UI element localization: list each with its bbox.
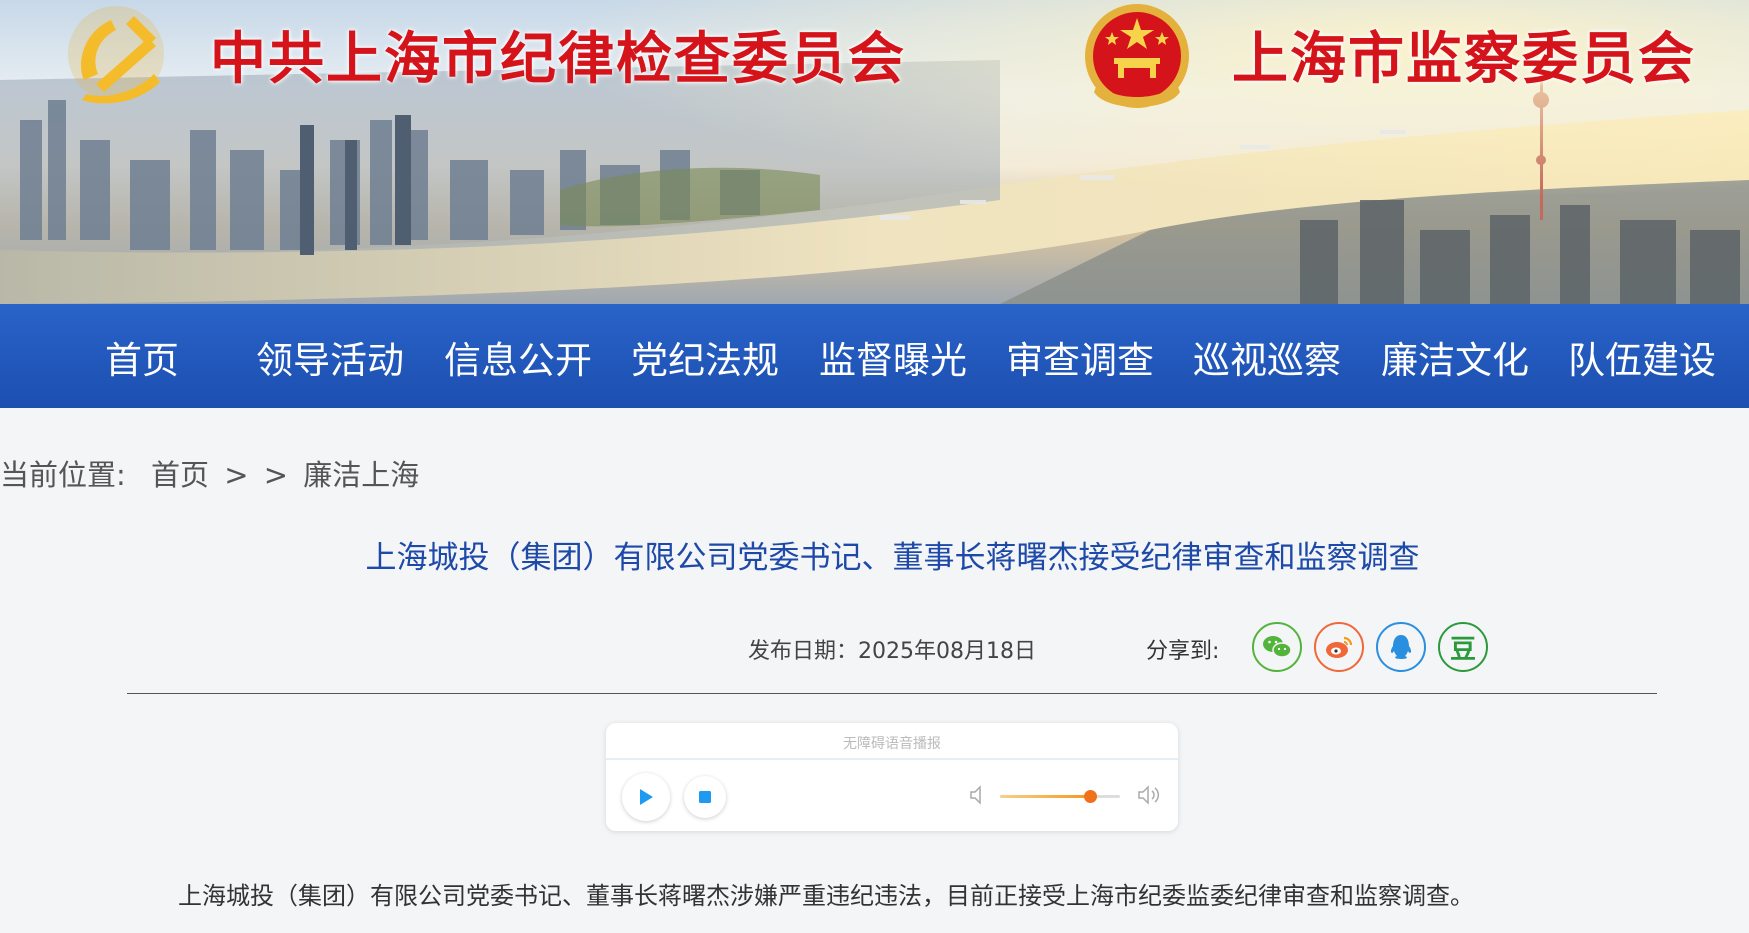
douban-icon: 豆 bbox=[1449, 634, 1476, 665]
stop-button[interactable] bbox=[684, 776, 726, 818]
breadcrumb-separator: > bbox=[224, 458, 249, 492]
share-label: 分享到: bbox=[1146, 639, 1220, 664]
weibo-icon bbox=[1326, 636, 1353, 658]
site-title-left: 中共上海市纪律检查委员会 bbox=[210, 26, 906, 92]
nav-item-inspection[interactable]: 巡视巡察 bbox=[1193, 330, 1341, 384]
publish-date: 发布日期：2025年08月18日 bbox=[748, 639, 1036, 664]
national-emblem-icon bbox=[1085, 4, 1189, 108]
share-qq-button[interactable] bbox=[1376, 622, 1426, 672]
volume-low-icon[interactable] bbox=[968, 784, 988, 806]
party-emblem-icon bbox=[68, 6, 164, 104]
volume-slider-knob[interactable] bbox=[1084, 790, 1097, 803]
share-wechat-button[interactable] bbox=[1252, 622, 1302, 672]
header-banner: 中共上海市纪律检查委员会 上海市监察委员会 bbox=[0, 0, 1749, 304]
breadcrumb-home[interactable]: 首页 bbox=[151, 458, 209, 492]
site-title-right: 上海市监察委员会 bbox=[1232, 26, 1696, 92]
nav-item-investigation[interactable]: 审查调查 bbox=[1006, 330, 1154, 384]
audio-player: 无障碍语音播报 bbox=[606, 723, 1178, 831]
nav-item-integrity-culture[interactable]: 廉洁文化 bbox=[1381, 330, 1529, 384]
nav-item-regulations[interactable]: 党纪法规 bbox=[631, 330, 779, 384]
play-icon bbox=[640, 789, 653, 805]
nav-item-info-disclosure[interactable]: 信息公开 bbox=[444, 330, 592, 384]
article-title: 上海城投（集团）有限公司党委书记、董事长蒋曙杰接受纪律审查和监察调查 bbox=[365, 540, 1420, 576]
article-body: 上海城投（集团）有限公司党委书记、董事长蒋曙杰涉嫌严重违纪违法，目前正接受上海市… bbox=[178, 882, 1474, 910]
volume-slider-fill bbox=[1000, 795, 1090, 798]
breadcrumb: 当前位置: 首页 > > 廉洁上海 bbox=[0, 452, 425, 494]
divider bbox=[127, 693, 1657, 694]
nav-item-home[interactable]: 首页 bbox=[105, 330, 179, 384]
share-weibo-button[interactable] bbox=[1314, 622, 1364, 672]
nav-item-team-building[interactable]: 队伍建设 bbox=[1568, 330, 1716, 384]
wechat-icon bbox=[1263, 636, 1292, 658]
qq-icon bbox=[1390, 635, 1412, 659]
breadcrumb-current[interactable]: 廉洁上海 bbox=[303, 458, 419, 492]
nav-item-leadership[interactable]: 领导活动 bbox=[256, 330, 404, 384]
stop-icon bbox=[699, 791, 711, 803]
play-button[interactable] bbox=[622, 773, 670, 821]
main-nav: 首页 领导活动 信息公开 党纪法规 监督曝光 审查调查 巡视巡察 廉洁文化 队伍… bbox=[0, 304, 1749, 408]
player-progress-track[interactable] bbox=[606, 758, 1178, 760]
volume-high-icon[interactable] bbox=[1136, 784, 1162, 806]
player-label: 无障碍语音播报 bbox=[843, 736, 941, 752]
volume-slider[interactable] bbox=[1000, 790, 1120, 803]
breadcrumb-separator: > bbox=[263, 458, 289, 492]
share-douban-button[interactable]: 豆 bbox=[1438, 622, 1488, 672]
breadcrumb-label: 当前位置: bbox=[0, 458, 126, 492]
nav-item-supervision[interactable]: 监督曝光 bbox=[819, 330, 967, 384]
